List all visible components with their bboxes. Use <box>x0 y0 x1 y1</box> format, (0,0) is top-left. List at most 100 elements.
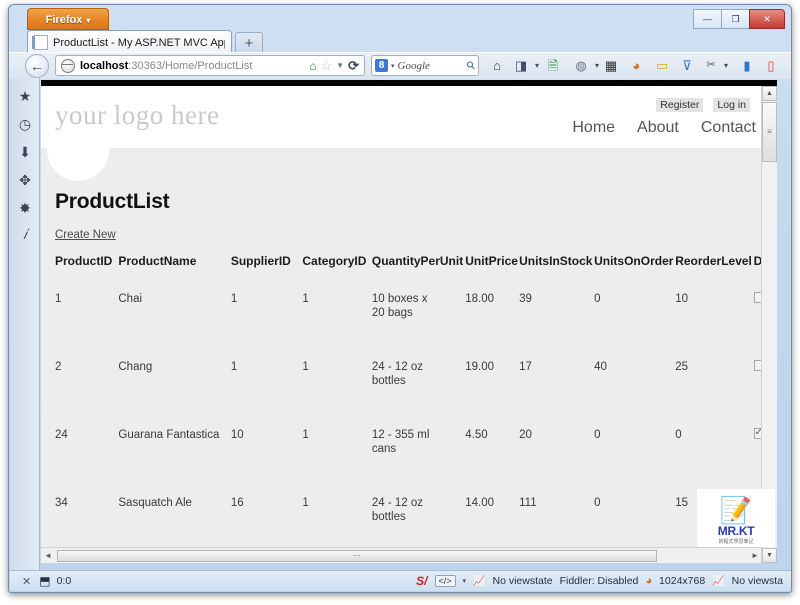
chevron-down-icon[interactable]: ▼ <box>336 61 344 70</box>
qpu-text: 24 - 12 oz bottles <box>371 497 424 523</box>
td-supplierid: 1 <box>230 293 238 305</box>
td-categoryid: 1 <box>302 361 309 373</box>
table-row: 34 Sasquatch Ale 16 1 24 - 12 oz bottles 14.0… <box>55 486 777 554</box>
settings-gear-icon[interactable]: ✸ <box>10 194 40 222</box>
addons-puzzle-icon[interactable]: ✥ <box>10 166 40 194</box>
seoquake-icon[interactable]: S/ <box>416 574 427 588</box>
red-bottle-icon[interactable]: ▯ <box>761 56 781 75</box>
th-unitsonorder[interactable]: UnitsOnOrder <box>594 254 675 282</box>
tab-productlist[interactable]: ProductList - My ASP.NET MVC Applic... <box>27 30 232 54</box>
maximize-icon: ❐ <box>731 13 740 24</box>
th-reorderlevel[interactable]: ReorderLevel <box>675 254 753 282</box>
tools-caret-icon[interactable]: ▾ <box>716 56 736 75</box>
window-controls: — ❐ ✕ <box>693 9 785 29</box>
td-productname: Sasquatch Ale <box>118 497 192 509</box>
fiddler-icon[interactable]: ⊽ <box>677 56 697 75</box>
search-box[interactable]: 8 ▾ Google ⚲ <box>371 55 479 76</box>
table-row: 2 Chang 1 1 24 - 12 oz bottles 19.00 17 40 25 <box>55 350 777 418</box>
bookmark-star-icon[interactable]: ☆ <box>321 58 333 74</box>
tab-title: ProductList - My ASP.NET MVC Applic... <box>53 36 225 49</box>
blue-book-icon[interactable]: ▮ <box>737 56 757 75</box>
downloads-page-icon[interactable]: 🗎 <box>543 56 563 75</box>
yellow-bar-icon[interactable]: ▭ <box>652 56 672 75</box>
td-supplierid: 1 <box>230 361 238 373</box>
nav-contact[interactable]: Contact <box>701 119 756 137</box>
td-unitsinstock: 20 <box>519 429 532 441</box>
reload-icon[interactable]: ⟳ <box>348 58 359 74</box>
tab-strip: ProductList - My ASP.NET MVC Applic... + <box>9 30 791 55</box>
td-categoryid: 1 <box>302 429 309 441</box>
search-icon[interactable]: ⚲ <box>464 58 478 73</box>
site-header: your logo here Register Log in Home Abou… <box>41 86 762 148</box>
home-toolbar-icon[interactable]: ⌂ <box>487 56 507 75</box>
page-horizontal-scrollbar[interactable]: ◄ ⋯ ► <box>41 547 762 563</box>
table-row: 24 Guarana Fantastica 10 1 12 - 355 ml cans 4… <box>55 418 777 486</box>
close-button[interactable]: ✕ <box>749 9 785 29</box>
plus-icon: + <box>244 35 254 52</box>
watermark-subtitle: 的程式學習筆記 <box>718 539 754 545</box>
address-bar[interactable]: localhost :30363/Home/ProductList ⌂ ☆ ▼ … <box>55 55 365 76</box>
nav-home[interactable]: Home <box>572 119 615 137</box>
th-productname[interactable]: ProductName <box>118 254 230 282</box>
account-links: Register Log in <box>656 98 750 112</box>
page-title: ProductList <box>55 190 170 213</box>
h-scroll-thumb[interactable]: ⋯ <box>57 549 657 562</box>
table-row: 1 Chai 1 1 10 boxes x 20 bags 18.00 39 0 10 <box>55 282 777 350</box>
minimize-button[interactable]: — <box>693 9 722 29</box>
th-unitprice[interactable]: UnitPrice <box>465 254 519 282</box>
chevron-down-icon[interactable]: ▾ <box>391 62 395 70</box>
th-supplierid[interactable]: SupplierID <box>231 254 303 282</box>
page-favicon-icon <box>32 35 48 50</box>
search-input[interactable]: Google <box>398 60 430 72</box>
maximize-button[interactable]: ❐ <box>721 9 750 29</box>
td-productid: 24 <box>55 429 68 441</box>
grid-tools-icon[interactable]: ▦ <box>601 56 621 75</box>
minimize-icon: — <box>703 14 712 24</box>
info-icon[interactable]: 𝑖 <box>10 222 40 250</box>
qpu-text: 24 - 12 oz bottles <box>371 361 424 387</box>
downloads-arrow-icon[interactable]: ⬇ <box>10 138 40 166</box>
qpu-text: 10 boxes x 20 bags <box>371 293 428 319</box>
code-icon[interactable]: </> <box>434 575 456 587</box>
firefox-menu-label: Firefox <box>45 14 83 26</box>
register-link[interactable]: Register <box>656 98 704 112</box>
td-supplierid: 16 <box>230 497 244 509</box>
scroll-up-arrow-icon[interactable]: ▲ <box>762 86 777 101</box>
v-scroll-thumb[interactable]: ≡ <box>762 102 777 162</box>
desktop-backdrop: Firefox ▾ — ❐ ✕ ProductList - My ASP.NET … <box>0 0 800 605</box>
th-productid[interactable]: ProductID <box>55 254 118 282</box>
firefox-profile-icon[interactable]: ◕ <box>626 56 646 75</box>
history-clock-icon[interactable]: ◷ <box>10 110 40 138</box>
watermark-title: MR.KT <box>717 524 755 538</box>
scroll-right-arrow-icon[interactable]: ► <box>748 551 762 560</box>
fiddler-status[interactable]: Fiddler: Disabled <box>560 575 639 587</box>
table-head: ProductID ProductName SupplierID Categor… <box>55 254 777 282</box>
firefox-menu-button[interactable]: Firefox ▾ <box>27 8 109 30</box>
sidebar-toolbar: ★ ◷ ⬇ ✥ ✸ 𝑖 <box>10 78 40 576</box>
td-unitprice: 19.00 <box>465 361 495 373</box>
search-engine-icon[interactable]: 8 <box>375 59 388 72</box>
chevron-down-icon[interactable]: ▾ <box>463 577 467 585</box>
create-new-link[interactable]: Create New <box>55 229 116 241</box>
td-unitsonorder: 0 <box>594 497 601 509</box>
globe-icon <box>60 58 75 73</box>
th-unitsinstock[interactable]: UnitsInStock <box>519 254 594 282</box>
th-quantityperunit[interactable]: QuantityPerUnit <box>372 254 465 282</box>
bookmarks-star-icon[interactable]: ★ <box>10 82 40 110</box>
td-unitsinstock: 39 <box>519 293 532 305</box>
firefox-status-icon[interactable]: ◕ <box>645 575 652 587</box>
url-path: :30363/Home/ProductList <box>128 59 253 72</box>
scroll-left-arrow-icon[interactable]: ◄ <box>41 551 55 560</box>
h-scroll-track[interactable]: ⋯ <box>55 549 748 562</box>
scroll-down-arrow-icon[interactable]: ▼ <box>762 548 777 563</box>
back-button[interactable]: ← <box>25 54 49 78</box>
statusbar-green-icon[interactable]: ⬒ <box>39 574 50 588</box>
td-supplierid: 10 <box>230 429 244 441</box>
th-categoryid[interactable]: CategoryID <box>302 254 372 282</box>
login-link[interactable]: Log in <box>713 98 750 112</box>
nav-about[interactable]: About <box>637 119 679 137</box>
viewstate-status-1: No viewstate <box>492 575 553 587</box>
home-icon[interactable]: ⌂ <box>309 59 316 73</box>
statusbar-close-icon[interactable]: ✕ <box>22 575 31 588</box>
td-quantityperunit: 24 - 12 oz bottles <box>372 350 465 418</box>
